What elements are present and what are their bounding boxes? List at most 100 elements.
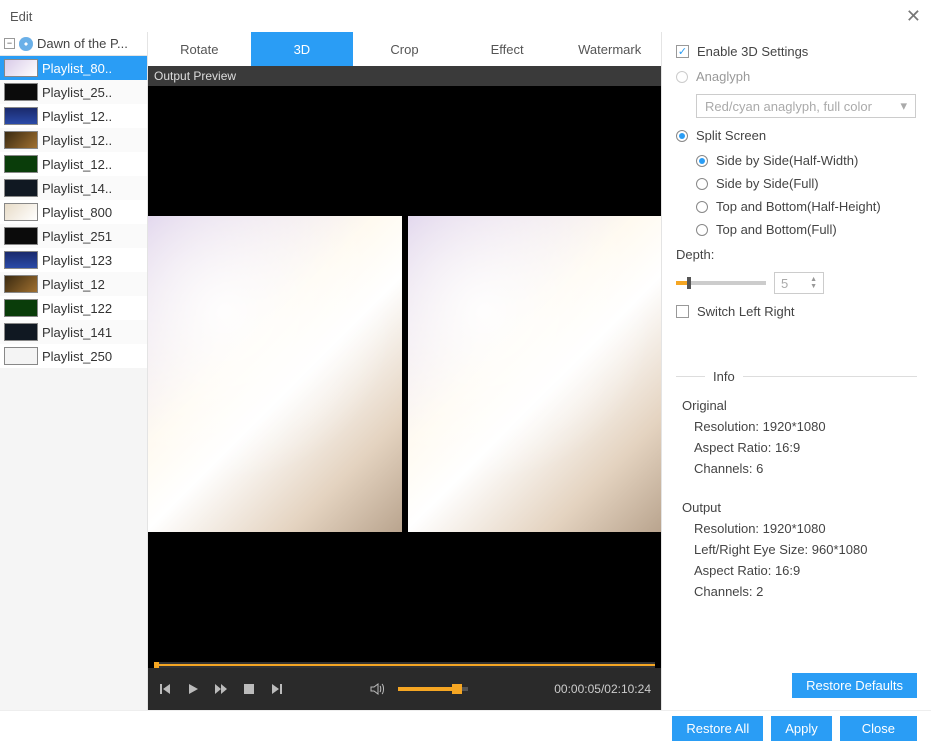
depth-spinner[interactable]: 5 ▲ ▼ [774, 272, 824, 294]
switch-lr-checkbox[interactable] [676, 305, 689, 318]
playlist-item[interactable]: Playlist_251 [0, 224, 147, 248]
tree-collapse-icon[interactable]: − [4, 38, 15, 49]
split-option-label: Side by Side(Full) [716, 176, 819, 191]
anaglyph-select[interactable]: Red/cyan anaglyph, full color ▾ [696, 94, 916, 118]
playlist-label: Playlist_25.. [42, 85, 112, 100]
playlist-item[interactable]: Playlist_12.. [0, 128, 147, 152]
info-heading: Info [676, 369, 917, 384]
original-aspect: Aspect Ratio: 16:9 [694, 440, 917, 455]
output-eyesize: Left/Right Eye Size: 960*1080 [694, 542, 917, 557]
playlist-item[interactable]: Playlist_123 [0, 248, 147, 272]
playlist-item[interactable]: Playlist_80.. [0, 56, 147, 80]
prev-icon[interactable] [158, 682, 172, 696]
progress-fill [154, 662, 159, 668]
split-option-radio[interactable] [696, 178, 708, 190]
playlist-thumb [4, 251, 38, 269]
split-option[interactable]: Side by Side(Full) [696, 176, 917, 191]
spin-down-icon[interactable]: ▼ [810, 283, 817, 290]
original-title: Original [682, 398, 917, 413]
tab-3d[interactable]: 3D [251, 32, 354, 66]
anaglyph-row[interactable]: Anaglyph [676, 69, 917, 84]
playlist-label: Playlist_12.. [42, 109, 112, 124]
left-eye-frame [148, 216, 402, 533]
original-resolution: Resolution: 1920*1080 [694, 419, 917, 434]
tab-crop[interactable]: Crop [353, 32, 456, 66]
tree-root[interactable]: − Dawn of the P... [0, 32, 147, 56]
volume-icon[interactable] [370, 682, 384, 696]
playlist-thumb [4, 107, 38, 125]
split-option-radio[interactable] [696, 224, 708, 236]
playlist-thumb [4, 83, 38, 101]
playlist-item[interactable]: Playlist_25.. [0, 80, 147, 104]
info-original: Original Resolution: 1920*1080 Aspect Ra… [682, 398, 917, 476]
preview-body [148, 86, 661, 662]
playlist-thumb [4, 275, 38, 293]
stop-icon[interactable] [242, 682, 256, 696]
playlist-thumb [4, 131, 38, 149]
output-title: Output [682, 500, 917, 515]
next-icon[interactable] [270, 682, 284, 696]
playlist-item[interactable]: Playlist_800 [0, 200, 147, 224]
playlist-thumb [4, 155, 38, 173]
split-option[interactable]: Top and Bottom(Full) [696, 222, 917, 237]
volume-slider[interactable] [398, 687, 468, 691]
playlist-thumb [4, 299, 38, 317]
split-option[interactable]: Side by Side(Half-Width) [696, 153, 917, 168]
close-button[interactable]: Close [840, 716, 917, 741]
playlist-item[interactable]: Playlist_12.. [0, 104, 147, 128]
window-title: Edit [10, 9, 32, 24]
playlist-label: Playlist_122 [42, 301, 112, 316]
split-option-radio[interactable] [696, 201, 708, 213]
enable-3d-label: Enable 3D Settings [697, 44, 808, 59]
playlist-thumb [4, 179, 38, 197]
apply-button[interactable]: Apply [771, 716, 832, 741]
restore-defaults-button[interactable]: Restore Defaults [792, 673, 917, 698]
playlist-item[interactable]: Playlist_141 [0, 320, 147, 344]
split-row[interactable]: Split Screen [676, 128, 917, 143]
anaglyph-select-value: Red/cyan anaglyph, full color [705, 99, 872, 114]
chevron-down-icon: ▾ [900, 98, 907, 114]
playlist-item[interactable]: Playlist_122 [0, 296, 147, 320]
play-icon[interactable] [186, 682, 200, 696]
depth-slider[interactable] [676, 281, 766, 285]
progress-bar[interactable] [154, 662, 655, 668]
split-option-radio[interactable] [696, 155, 708, 167]
tab-rotate[interactable]: Rotate [148, 32, 251, 66]
center-pane: Rotate3DCropEffectWatermark Output Previ… [148, 32, 661, 710]
info-output: Output Resolution: 1920*1080 Left/Right … [682, 500, 917, 599]
playlist-item[interactable]: Playlist_250 [0, 344, 147, 368]
restore-all-button[interactable]: Restore All [672, 716, 763, 741]
spin-up-icon[interactable]: ▲ [810, 276, 817, 283]
split-label: Split Screen [696, 128, 766, 143]
progress-track [159, 664, 655, 666]
playlist-item[interactable]: Playlist_14.. [0, 176, 147, 200]
anaglyph-radio[interactable] [676, 71, 688, 83]
playlist-label: Playlist_141 [42, 325, 112, 340]
switch-lr-row[interactable]: Switch Left Right [676, 304, 917, 319]
split-radio[interactable] [676, 130, 688, 142]
playlist-label: Playlist_14.. [42, 181, 112, 196]
disc-icon [19, 37, 33, 51]
output-resolution: Resolution: 1920*1080 [694, 521, 917, 536]
playlist-thumb [4, 323, 38, 341]
preview-area: 00:00:05/02:10:24 [148, 86, 661, 710]
original-channels: Channels: 6 [694, 461, 917, 476]
close-icon[interactable]: ✕ [906, 6, 921, 27]
right-eye-frame [408, 216, 662, 533]
enable-3d-row[interactable]: Enable 3D Settings [676, 44, 917, 59]
split-options: Side by Side(Half-Width) Side by Side(Ful… [696, 153, 917, 237]
main-area: − Dawn of the P... Playlist_80.. Playlist… [0, 32, 931, 710]
playlist-label: Playlist_800 [42, 205, 112, 220]
titlebar: Edit ✕ [0, 0, 931, 32]
playlist-item[interactable]: Playlist_12 [0, 272, 147, 296]
playlist-item[interactable]: Playlist_12.. [0, 152, 147, 176]
tab-watermark[interactable]: Watermark [558, 32, 661, 66]
sidebar: − Dawn of the P... Playlist_80.. Playlist… [0, 32, 148, 710]
tab-effect[interactable]: Effect [456, 32, 559, 66]
tab-bar: Rotate3DCropEffectWatermark [148, 32, 661, 66]
playlist-label: Playlist_251 [42, 229, 112, 244]
split-option[interactable]: Top and Bottom(Half-Height) [696, 199, 917, 214]
split-option-label: Top and Bottom(Half-Height) [716, 199, 881, 214]
enable-3d-checkbox[interactable] [676, 45, 689, 58]
fast-forward-icon[interactable] [214, 682, 228, 696]
